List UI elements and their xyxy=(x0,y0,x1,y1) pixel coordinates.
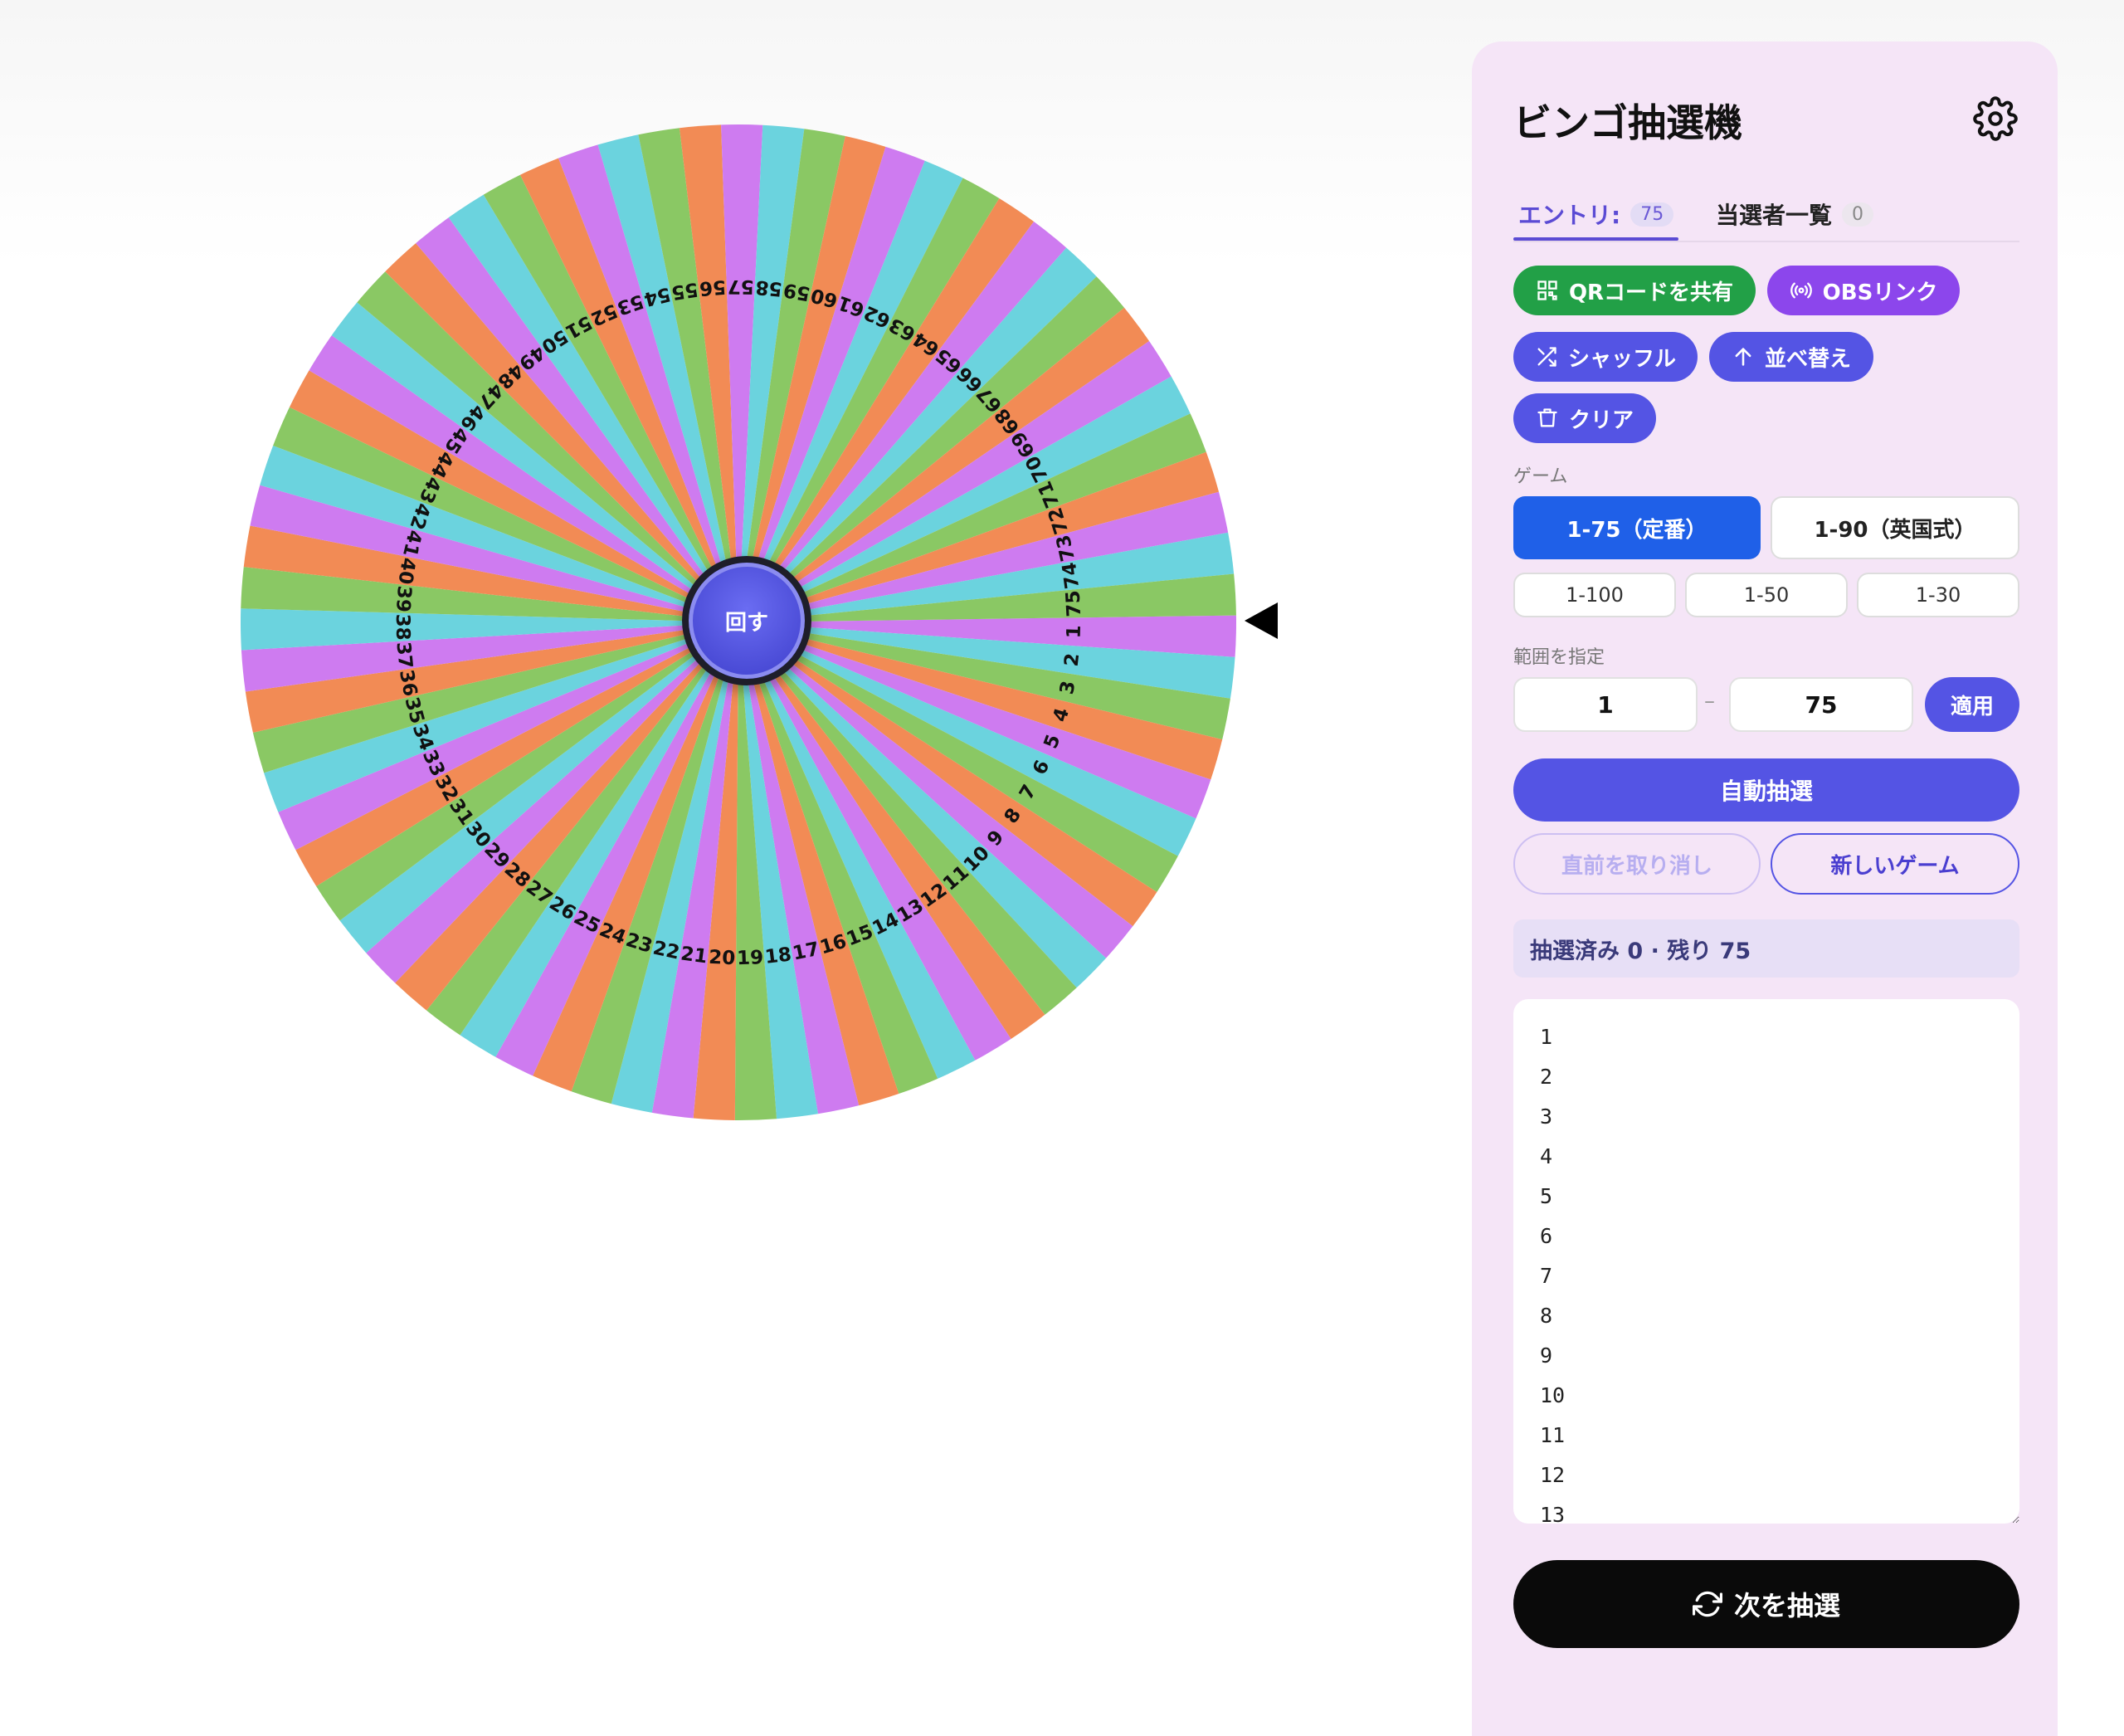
game-option-1-100[interactable]: 1-100 xyxy=(1513,573,1676,617)
wheel-number-label: 57 xyxy=(728,276,754,297)
range-start-input[interactable] xyxy=(1513,677,1698,732)
control-panel: ビンゴ抽選機 エントリ: 75 当選者一覧 0 QRコードを共有 OBSリンク xyxy=(1472,41,2058,1736)
tab-entries-label: エントリ: xyxy=(1518,202,1621,229)
wheel-number-label: 58 xyxy=(755,276,783,300)
wheel-number-label: 74 xyxy=(1059,561,1084,590)
share-qr-label: QRコードを共有 xyxy=(1568,280,1734,305)
range-section-label: 範囲を指定 xyxy=(1513,647,1605,668)
obs-link-button[interactable]: OBSリンク xyxy=(1767,266,1960,315)
game-option-1-90[interactable]: 1-90（英国式） xyxy=(1771,496,2019,559)
spin-button[interactable]: 回す xyxy=(682,556,811,685)
wheel-number-label: 75 xyxy=(1062,590,1085,617)
tab-winners[interactable]: 当選者一覧 0 xyxy=(1716,189,1874,239)
wheel-number-label: 2 xyxy=(1061,652,1084,668)
game-option-1-50[interactable]: 1-50 xyxy=(1685,573,1848,617)
sort-label: 並べ替え xyxy=(1764,346,1851,372)
entries-textarea[interactable]: 1 2 3 4 5 6 7 8 9 10 11 12 13 xyxy=(1513,999,2019,1524)
shuffle-icon xyxy=(1537,347,1556,367)
apply-range-button[interactable]: 適用 xyxy=(1925,677,2019,732)
tab-bar: エントリ: 75 当選者一覧 0 xyxy=(1513,189,2019,242)
winners-count-badge: 0 xyxy=(1842,202,1874,227)
wheel-number-label: 59 xyxy=(782,279,811,305)
game-section-label: ゲーム xyxy=(1513,466,1568,487)
qr-code-icon xyxy=(1537,280,1557,300)
obs-link-label: OBSリンク xyxy=(1822,280,1938,305)
wheel-number-label: 37 xyxy=(392,641,416,669)
draw-status: 抽選済み 0 · 残り 75 xyxy=(1513,919,2019,978)
new-game-button[interactable]: 新しいゲーム xyxy=(1771,833,2019,895)
shuffle-label: シャッフル xyxy=(1567,346,1676,372)
trash-icon xyxy=(1537,408,1557,427)
clear-label: クリア xyxy=(1568,407,1634,433)
wheel-number-label: 21 xyxy=(680,943,709,968)
clear-button[interactable]: クリア xyxy=(1513,393,1656,443)
tab-winners-label: 当選者一覧 xyxy=(1716,202,1833,229)
wheel-number-label: 20 xyxy=(709,947,736,970)
settings-gear-icon[interactable] xyxy=(1973,96,2018,141)
game-option-1-75[interactable]: 1-75（定番） xyxy=(1513,496,1761,559)
draw-next-label: 次を抽選 xyxy=(1733,1590,1840,1621)
range-end-input[interactable] xyxy=(1729,677,1913,732)
shuffle-button[interactable]: シャッフル xyxy=(1513,332,1698,382)
arrow-up-icon xyxy=(1735,348,1751,366)
wheel-area: 1 2 3 4 5 6 7 8 9 10 11 12 13 14 15 16 17 18 19 20 21 22 23 24 2… xyxy=(0,0,1344,1736)
wheel-number-label: 39 xyxy=(392,585,415,613)
auto-draw-button[interactable]: 自動抽選 xyxy=(1513,758,2019,822)
game-option-1-30[interactable]: 1-30 xyxy=(1857,573,2019,617)
wheel-number-label: 38 xyxy=(392,613,413,640)
broadcast-icon xyxy=(1790,282,1812,299)
app-title: ビンゴ抽選機 xyxy=(1513,100,1742,145)
range-separator: – xyxy=(1704,689,1715,714)
refresh-icon xyxy=(1692,1591,1722,1617)
sort-button[interactable]: 並べ替え xyxy=(1709,332,1873,382)
wheel-number-label: 18 xyxy=(764,944,793,968)
wheel-pointer-icon xyxy=(1245,602,1278,639)
tab-entries[interactable]: エントリ: 75 xyxy=(1513,189,1679,241)
entries-count-badge: 75 xyxy=(1630,202,1674,227)
undo-last-button[interactable]: 直前を取り消し xyxy=(1513,833,1761,895)
wheel-number-label: 1 xyxy=(1064,625,1085,639)
wheel-number-label: 55 xyxy=(670,278,699,304)
draw-next-button[interactable]: 次を抽選 xyxy=(1513,1560,2019,1648)
wheel-number-label: 19 xyxy=(737,947,764,969)
wheel-number-label: 56 xyxy=(699,276,727,299)
wheel-number-label: 40 xyxy=(393,556,419,586)
share-qr-button[interactable]: QRコードを共有 xyxy=(1513,266,1756,315)
